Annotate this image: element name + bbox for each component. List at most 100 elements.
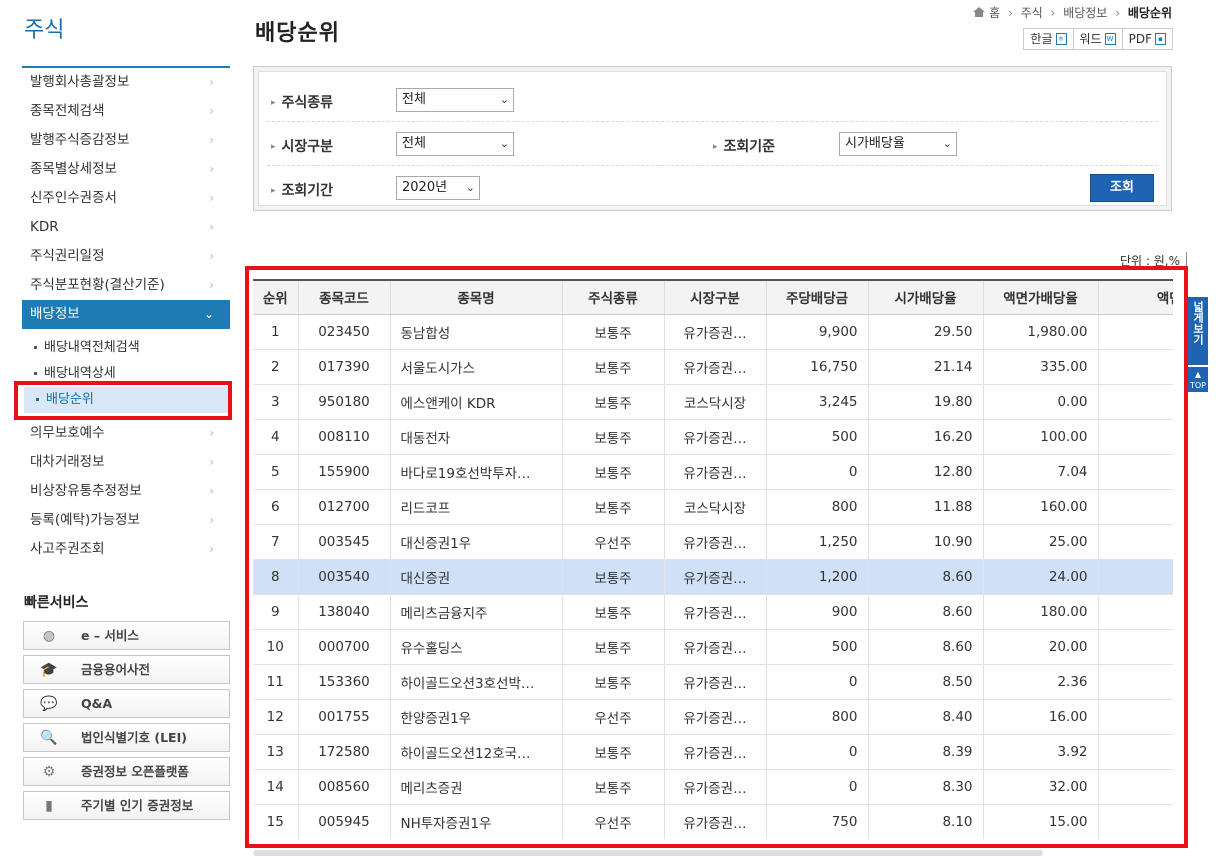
- breadcrumb-level1[interactable]: 주식: [1021, 6, 1043, 20]
- sidebar-sub-item-label: 배당내역상세: [44, 366, 116, 381]
- pdf-file-icon: ▪: [1155, 33, 1166, 45]
- home-icon[interactable]: [973, 7, 986, 17]
- sidebar-sub-item[interactable]: 배당내역전체검색: [22, 335, 230, 361]
- criteria-label: 조회기준: [713, 136, 776, 156]
- stock-type-label: 주식종류: [271, 92, 334, 112]
- section-title: 주식: [24, 18, 65, 43]
- export-word-button[interactable]: 워드 W: [1073, 29, 1123, 49]
- sidebar-item[interactable]: 발행회사총괄정보 ›: [22, 68, 230, 97]
- market-label: 시장구분: [271, 136, 334, 156]
- search-button[interactable]: 조회: [1090, 174, 1154, 202]
- chevron-right-icon: ›: [209, 191, 214, 205]
- page-title: 배당순위: [255, 21, 340, 46]
- sidebar-item[interactable]: KDR ›: [22, 213, 230, 242]
- sidebar-item-label: 비상장유통추정정보: [30, 483, 142, 499]
- arrow-up-icon: ▲: [1194, 370, 1202, 379]
- chevron-right-icon: ›: [209, 220, 214, 234]
- breadcrumb-level2[interactable]: 배당정보: [1063, 6, 1107, 20]
- sidebar-item-label: 발행회사총괄정보: [30, 74, 130, 90]
- quick-service-label: 금융용어사전: [81, 662, 151, 677]
- stock-type-value: 전체: [402, 92, 426, 107]
- breadcrumb-current: 배당순위: [1127, 6, 1172, 20]
- graduation-cap-icon: 🎓: [40, 662, 58, 678]
- hwp-file-icon: ㅎ: [1055, 33, 1067, 45]
- sidebar-item-dividend-info[interactable]: 배당정보 ⌄: [22, 300, 230, 329]
- chevron-right-icon: ›: [209, 426, 214, 440]
- market-value: 전체: [402, 136, 426, 151]
- chevron-down-icon: ⌄: [942, 137, 952, 150]
- export-hangul-button[interactable]: 한글 ㅎ: [1024, 29, 1074, 49]
- chevron-right-icon: ›: [1050, 6, 1056, 20]
- sidebar-item[interactable]: 비상장유통추정정보 ›: [22, 477, 230, 506]
- sidebar-item[interactable]: 발행주식증감정보 ›: [22, 126, 230, 155]
- quick-service-button[interactable]: ▮ 주기별 인기 증권정보: [23, 791, 230, 820]
- chevron-right-icon: ›: [1007, 6, 1013, 20]
- period-select[interactable]: 2020년 ⌄: [396, 176, 480, 200]
- quick-service-label: 주기별 인기 증권정보: [81, 798, 194, 813]
- period-value: 2020년: [402, 180, 448, 195]
- qa-bubble-icon: 💬: [40, 696, 58, 712]
- criteria-select[interactable]: 시가배당율 ⌄: [839, 132, 957, 156]
- sidebar-item[interactable]: 신주인수권증서 ›: [22, 184, 230, 213]
- export-hangul-label: 한글: [1030, 32, 1053, 46]
- sidebar-nav: 발행회사총괄정보 › 종목전체검색 › 발행주식증감정보 › 종목별상세정보 › 신주인수권증서…: [22, 66, 230, 564]
- export-pdf-button[interactable]: PDF ▪: [1122, 29, 1172, 49]
- sidebar-item-label: 대차거래정보: [30, 454, 105, 470]
- sidebar-item[interactable]: 등록(예탁)가능정보 ›: [22, 506, 230, 535]
- bullet-icon: [34, 372, 37, 375]
- chevron-right-icon: ›: [209, 133, 214, 147]
- criteria-value: 시가배당율: [845, 136, 905, 151]
- sidebar-item-label: 배당정보: [30, 306, 80, 322]
- sidebar-item-label: 주식권리일정: [30, 248, 105, 264]
- wide-view-label: 넓게보기: [1191, 301, 1205, 345]
- quick-service-button[interactable]: 💬 Q&A: [23, 689, 230, 718]
- sidebar-item[interactable]: 주식분포현황(결산기준) ›: [22, 271, 230, 300]
- word-file-icon: W: [1104, 33, 1116, 45]
- sidebar-item-label: 종목전체검색: [30, 103, 105, 119]
- quick-service-label: 증권정보 오픈플랫폼: [81, 764, 189, 779]
- chevron-right-icon: ›: [209, 542, 214, 556]
- quick-service-button[interactable]: 🔍 법인식별기호 (LEI): [23, 723, 230, 752]
- quick-service-title: 빠른서비스: [24, 595, 89, 611]
- document-search-icon: 🔍: [40, 730, 58, 746]
- sidebar-item-label: 의무보호예수: [30, 425, 105, 441]
- sidebar-item-label: 사고주권조회: [30, 541, 105, 557]
- export-word-label: 워드: [1079, 32, 1102, 46]
- chevron-right-icon: ›: [209, 513, 214, 527]
- sidebar-item[interactable]: 종목전체검색 ›: [22, 97, 230, 126]
- chevron-right-icon: ›: [209, 278, 214, 292]
- breadcrumb-home[interactable]: 홈: [989, 6, 1000, 20]
- chevron-down-icon: ⌄: [499, 137, 509, 150]
- globe-icon: ◍: [42, 628, 56, 644]
- chevron-right-icon: ›: [209, 249, 214, 263]
- chevron-down-icon: ⌄: [465, 181, 475, 194]
- sidebar-sub-item-label: 배당내역전체검색: [44, 340, 140, 355]
- chevron-down-icon: ⌄: [203, 307, 214, 321]
- market-select[interactable]: 전체 ⌄: [396, 132, 514, 156]
- quick-service-button[interactable]: 🎓 금융용어사전: [23, 655, 230, 684]
- stock-type-select[interactable]: 전체 ⌄: [396, 88, 514, 112]
- quick-service-label: 법인식별기호 (LEI): [81, 730, 187, 745]
- sidebar-item-label: 종목별상세정보: [30, 161, 117, 177]
- sidebar-item-label: KDR: [30, 219, 59, 235]
- chevron-right-icon: ›: [1115, 6, 1120, 20]
- chevron-right-icon: ›: [209, 104, 214, 118]
- chevron-down-icon: ⌄: [499, 93, 509, 106]
- sidebar-item-label: 주식분포현황(결산기준): [30, 277, 165, 293]
- scroll-top-button[interactable]: ▲ TOP: [1188, 367, 1208, 392]
- horizontal-scrollbar[interactable]: [253, 850, 1043, 856]
- sidebar-item[interactable]: 종목별상세정보 ›: [22, 155, 230, 184]
- quick-service-button[interactable]: ⚙ 증권정보 오픈플랫폼: [23, 757, 230, 786]
- gear-api-icon: ⚙: [42, 764, 56, 780]
- breadcrumb: 홈 › 주식 › 배당정보 › 배당순위: [973, 4, 1172, 21]
- quick-service-label: e – 서비스: [81, 628, 139, 643]
- sidebar-item[interactable]: 사고주권조회 ›: [22, 535, 230, 564]
- wide-view-button[interactable]: 넓게보기: [1188, 297, 1208, 365]
- sidebar-item[interactable]: 주식권리일정 ›: [22, 242, 230, 271]
- export-pdf-label: PDF: [1128, 32, 1152, 46]
- sidebar-item[interactable]: 의무보호예수 ›: [22, 419, 230, 448]
- sidebar-item[interactable]: 대차거래정보 ›: [22, 448, 230, 477]
- bar-chart-icon: ▮: [45, 798, 53, 814]
- search-form: 주식종류 전체 ⌄ 시장구분 전체 ⌄ 조회기준 시가배당율 ⌄ 조회기간 2020년…: [253, 66, 1172, 211]
- quick-service-button[interactable]: ◍ e – 서비스: [23, 621, 230, 650]
